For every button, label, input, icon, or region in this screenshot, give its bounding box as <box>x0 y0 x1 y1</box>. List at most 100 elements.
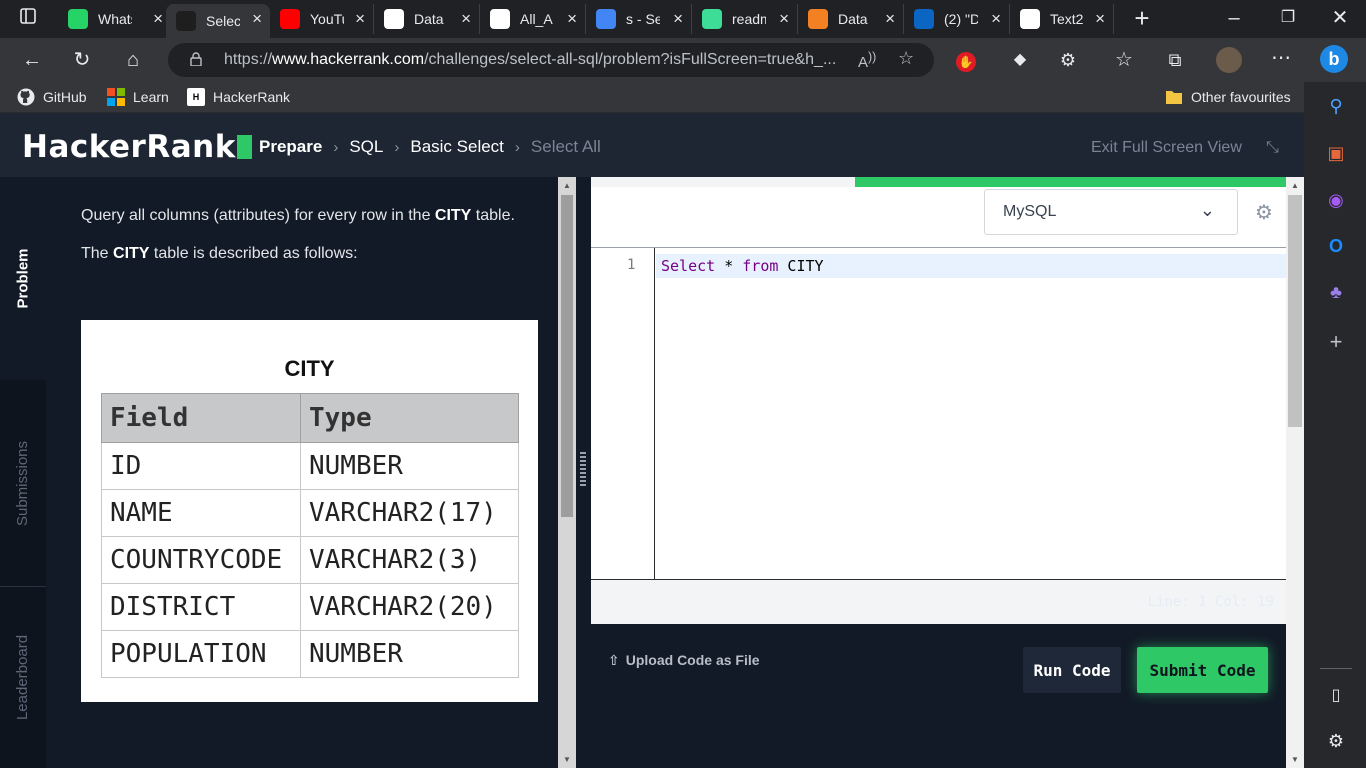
editor-top-strip <box>591 177 855 187</box>
tools-icon[interactable]: ▣ <box>1324 141 1348 165</box>
drop-icon[interactable]: ♣ <box>1324 280 1348 304</box>
problem-statement: Query all columns (attributes) for every… <box>81 207 515 262</box>
browser-tab[interactable]: Text2 × <box>1010 4 1114 34</box>
browser-tab[interactable]: (2) "D × <box>904 4 1010 34</box>
bookmark-learn[interactable]: Learn <box>107 88 169 106</box>
scroll-down-icon[interactable]: ▼ <box>563 755 571 764</box>
more-menu-icon[interactable]: ⋯ <box>1269 46 1293 70</box>
close-tab-icon[interactable]: × <box>567 9 577 29</box>
tab-leaderboard[interactable]: Leaderboard <box>0 587 46 768</box>
sidebar-panel-icon[interactable]: ▯ <box>1324 683 1348 707</box>
restore-icon[interactable]: ❐ <box>1276 6 1300 30</box>
table-cell: VARCHAR2(20) <box>300 583 519 631</box>
problem-description: Query all columns (attributes) for every… <box>46 177 558 768</box>
editor-settings-icon[interactable]: ⚙ <box>1255 200 1273 225</box>
refresh-icon[interactable]: ↻ <box>70 48 94 72</box>
scroll-up-icon[interactable]: ▲ <box>563 181 571 190</box>
table-cell: VARCHAR2(17) <box>300 489 519 537</box>
extensions-puzzle-icon[interactable]: ⚙ <box>1056 48 1080 72</box>
tab-problem[interactable]: Problem <box>0 177 46 380</box>
browser-tab[interactable]: s - Se × <box>586 4 692 34</box>
close-window-icon[interactable]: ✕ <box>1328 6 1352 30</box>
browser-tab[interactable]: Data × <box>798 4 904 34</box>
breadcrumb-prepare[interactable]: Prepare <box>259 137 322 157</box>
breadcrumb-basic-select[interactable]: Basic Select <box>410 137 504 157</box>
chevron-right-icon: › <box>514 138 520 156</box>
copilot-icon[interactable]: ◉ <box>1324 188 1348 212</box>
browser-tab[interactable]: WhatsApp × <box>58 4 172 34</box>
hackerrank-logo[interactable]: HackerRank <box>22 129 252 165</box>
close-tab-icon[interactable]: × <box>1095 9 1105 29</box>
collapse-icon[interactable]: ⤡ <box>1266 139 1279 157</box>
extension-icon[interactable]: ◆ <box>1008 48 1032 72</box>
close-tab-icon[interactable]: × <box>355 9 365 29</box>
new-tab-icon[interactable]: + <box>1130 5 1154 31</box>
outlook-icon[interactable]: O <box>1324 234 1348 258</box>
favourites-icon[interactable]: ☆ <box>1112 48 1136 72</box>
scroll-up-icon[interactable]: ▲ <box>1291 181 1299 190</box>
problem-scrollbar[interactable]: ▲ ▼ <box>558 177 576 768</box>
browser-tab[interactable]: readme × <box>692 4 798 34</box>
scroll-down-icon[interactable]: ▼ <box>1291 755 1299 764</box>
github-icon <box>384 9 404 29</box>
browser-tab-bar: WhatsApp×Select All | HackerRank×YouTube… <box>0 0 1366 38</box>
close-tab-icon[interactable]: × <box>991 9 1001 29</box>
browser-tab[interactable]: YouTube × <box>270 4 374 34</box>
tab-label: Select All | HackerRank <box>206 13 240 29</box>
lock-icon <box>190 52 202 66</box>
table-cell: POPULATION <box>101 630 301 678</box>
upload-code-button[interactable]: ⇧ Upload Code as File <box>608 652 760 669</box>
code-line[interactable]: Select * from CITY <box>656 254 1286 278</box>
close-tab-icon[interactable]: × <box>153 9 163 29</box>
chevron-right-icon: › <box>394 138 400 156</box>
browser-tab[interactable]: Data × <box>374 4 480 34</box>
add-icon[interactable]: + <box>1324 329 1348 354</box>
editor-page-scrollbar[interactable]: ▲ ▼ <box>1286 177 1304 768</box>
table-cell: DISTRICT <box>101 583 301 631</box>
table-title: CITY <box>284 356 335 381</box>
bookmark-github[interactable]: GitHub <box>17 88 87 106</box>
other-favourites[interactable]: Other favourites <box>1165 88 1291 106</box>
close-tab-icon[interactable]: × <box>779 9 789 29</box>
triangle-icon <box>1020 9 1040 29</box>
language-select[interactable]: MySQL ⌄ <box>984 189 1238 235</box>
bing-chat-icon[interactable]: b <box>1320 45 1348 73</box>
add-favourite-icon[interactable]: ☆ <box>898 48 914 69</box>
read-aloud-icon[interactable]: A)) <box>858 50 876 71</box>
submit-code-button[interactable]: Submit Code <box>1137 647 1268 693</box>
tab-submissions[interactable]: Submissions <box>0 380 46 587</box>
tab-label: s - Se <box>626 11 660 27</box>
settings-icon[interactable]: ⚙ <box>1324 729 1348 753</box>
pane-resize-handle[interactable] <box>576 177 591 768</box>
address-bar-row: ← ↻ ⌂ https://www.hackerrank.com/challen… <box>0 38 1366 82</box>
scrollbar-thumb[interactable] <box>1288 195 1302 427</box>
tab-label: Data <box>838 11 868 27</box>
search-icon[interactable]: ⚲ <box>1324 94 1348 118</box>
code-editor[interactable]: 1 Select * from CITY <box>591 247 1286 579</box>
table-cell: ID <box>101 442 301 490</box>
table-row: ID NUMBER <box>101 442 519 490</box>
adblock-extension-icon[interactable]: ✋ <box>954 48 978 72</box>
profile-avatar[interactable] <box>1216 47 1242 73</box>
close-tab-icon[interactable]: × <box>673 9 683 29</box>
run-code-button[interactable]: Run Code <box>1023 647 1121 693</box>
back-icon[interactable]: ← <box>20 48 44 72</box>
table-header: Type <box>300 393 519 443</box>
whatsapp-icon <box>68 9 88 29</box>
breadcrumb-sql[interactable]: SQL <box>349 137 383 157</box>
hackerrank-icon: H <box>187 88 205 106</box>
tab-actions-icon[interactable] <box>16 7 40 31</box>
close-tab-icon[interactable]: × <box>461 9 471 29</box>
close-tab-icon[interactable]: × <box>252 9 262 29</box>
minimize-icon[interactable]: – <box>1222 6 1246 30</box>
browser-tab[interactable]: All_A × <box>480 4 586 34</box>
tab-label: WhatsApp <box>98 11 132 27</box>
close-tab-icon[interactable]: × <box>885 9 895 29</box>
collections-icon[interactable]: ⧉ <box>1163 48 1187 72</box>
browser-tab[interactable]: Select All | HackerRank × <box>166 4 270 38</box>
exit-fullscreen-link[interactable]: Exit Full Screen View <box>1091 139 1242 157</box>
url-field[interactable]: https://www.hackerrank.com/challenges/se… <box>168 43 934 77</box>
home-icon[interactable]: ⌂ <box>121 48 145 72</box>
bookmark-hackerrank[interactable]: H HackerRank <box>187 88 290 106</box>
scrollbar-thumb[interactable] <box>561 195 573 517</box>
